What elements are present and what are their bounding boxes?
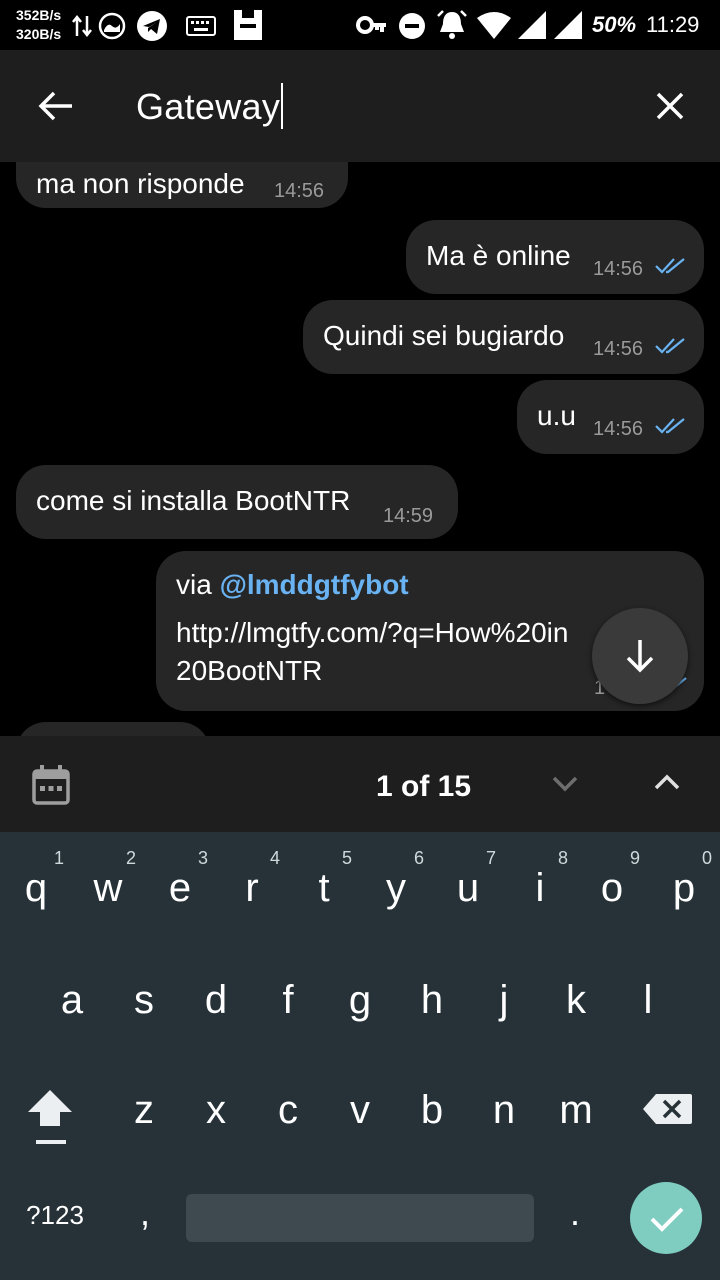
message-time: 14:56 — [593, 338, 644, 360]
data-transfer-icon — [72, 14, 92, 38]
key-h[interactable]: h — [412, 978, 452, 1023]
message-time: 14:56 — [593, 418, 644, 440]
read-ticks-icon — [655, 258, 685, 274]
message-link-line1[interactable]: http://lmgtfy.com/?q=How%20in/ — [176, 617, 638, 649]
message-bubble-outgoing[interactable]: u.u 14:56 — [517, 380, 704, 454]
key-f[interactable]: f — [268, 978, 308, 1023]
app-notification-icon — [98, 12, 126, 40]
search-header: Gateway — [0, 50, 720, 162]
key-n[interactable]: n — [484, 1088, 524, 1133]
network-speed: 352B/s 320B/s — [16, 6, 61, 44]
back-arrow-icon[interactable] — [30, 80, 82, 132]
via-label: via — [176, 569, 212, 600]
bot-mention-link[interactable]: @lmddgtfybot — [220, 569, 409, 600]
keyboard-icon — [186, 16, 216, 36]
search-input[interactable]: Gateway — [136, 83, 284, 130]
battery-percentage: 50% — [592, 12, 637, 37]
key-a[interactable]: a — [52, 978, 92, 1023]
android-debug-icon — [234, 10, 262, 40]
key-x[interactable]: x — [196, 1088, 236, 1133]
previous-result-chevron-up-icon[interactable] — [650, 766, 684, 800]
message-text: Ma è online — [426, 240, 571, 271]
search-query-text: Gateway — [136, 86, 281, 127]
key-t[interactable]: t — [304, 866, 344, 911]
wifi-icon — [477, 12, 511, 39]
spacebar-key[interactable] — [186, 1194, 534, 1242]
read-ticks-icon — [655, 338, 685, 354]
signal-1-icon — [518, 11, 546, 39]
key-k[interactable]: k — [556, 978, 596, 1023]
message-link-line2[interactable]: 20BootNTR — [176, 655, 322, 687]
net-up-speed: 320B/s — [16, 26, 62, 42]
text-caret — [281, 83, 284, 130]
alarm-bell-icon — [437, 10, 467, 39]
message-text: u.u — [537, 400, 576, 431]
backspace-key-icon[interactable] — [642, 1092, 694, 1126]
key-z[interactable]: z — [124, 1088, 164, 1133]
telegram-icon — [137, 11, 167, 41]
vpn-key-icon — [356, 16, 386, 34]
search-navigation-bar: 1 of 15 — [0, 736, 720, 832]
next-result-chevron-down-icon[interactable] — [548, 766, 582, 800]
soft-keyboard: 1q2w3e4r5t6y7u8i9o0p asdfghjkl zxcvbnm ?… — [0, 832, 720, 1280]
enter-key[interactable] — [630, 1182, 702, 1254]
key-c[interactable]: c — [268, 1088, 308, 1133]
message-time: 14:59 — [383, 505, 434, 527]
symbols-key[interactable]: ?123 — [18, 1200, 92, 1231]
key-m[interactable]: m — [556, 1088, 596, 1133]
checkmark-icon — [650, 1207, 684, 1232]
message-text: Quindi sei bugiardo — [323, 320, 565, 351]
key-r[interactable]: r — [232, 866, 272, 911]
key-u[interactable]: u — [448, 866, 488, 911]
key-w[interactable]: w — [88, 866, 128, 911]
clock: 11:29 — [646, 12, 700, 37]
key-s[interactable]: s — [124, 978, 164, 1023]
key-p[interactable]: p — [664, 866, 704, 911]
message-text: ma non risponde — [36, 168, 245, 199]
close-icon[interactable] — [646, 82, 694, 130]
calendar-icon[interactable] — [30, 764, 72, 806]
search-result-counter: 1 of 15 — [376, 770, 472, 803]
arrow-down-icon — [626, 640, 654, 673]
link-text-line1: http://lmgtfy.com/?q=How%20in — [176, 617, 569, 648]
do-not-disturb-icon — [399, 13, 425, 39]
shift-key-icon[interactable] — [24, 1086, 76, 1150]
key-e[interactable]: e — [160, 866, 200, 911]
net-down-speed: 352B/s — [16, 7, 62, 23]
message-bubble-incoming[interactable]: ma non risponde 14:56 — [16, 162, 348, 208]
message-time: 14:56 — [593, 258, 644, 280]
message-bubble-outgoing[interactable]: Quindi sei bugiardo 14:56 — [303, 300, 704, 374]
key-i[interactable]: i — [520, 866, 560, 911]
message-bubble-incoming[interactable]: come si installa BootNTR 14:59 — [16, 465, 458, 539]
key-g[interactable]: g — [340, 978, 380, 1023]
key-q[interactable]: q — [16, 866, 56, 911]
key-b[interactable]: b — [412, 1088, 452, 1133]
key-v[interactable]: v — [340, 1088, 380, 1133]
message-bubble-incoming[interactable] — [16, 722, 210, 736]
status-bar: 352B/s 320B/s 50% 11:29 — [0, 0, 720, 50]
read-ticks-icon — [655, 418, 685, 434]
key-l[interactable]: l — [628, 978, 668, 1023]
key-d[interactable]: d — [196, 978, 236, 1023]
key-j[interactable]: j — [484, 978, 524, 1023]
message-time: 14:56 — [274, 180, 325, 202]
comma-key[interactable]: , — [128, 1192, 162, 1234]
message-text: come si installa BootNTR — [36, 485, 351, 516]
scroll-to-bottom-button[interactable] — [592, 608, 688, 704]
signal-2-icon — [554, 11, 582, 39]
message-bubble-outgoing[interactable]: Ma è online 14:56 — [406, 220, 704, 294]
period-key[interactable]: . — [558, 1192, 592, 1234]
key-y[interactable]: y — [376, 866, 416, 911]
key-o[interactable]: o — [592, 866, 632, 911]
